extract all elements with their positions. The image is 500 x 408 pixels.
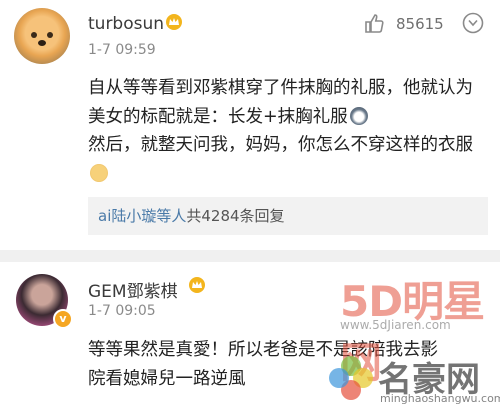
username[interactable]: turbosun [88,14,164,34]
reply-users-link[interactable]: ai陆小璇等人 [98,207,186,225]
dog-emoji [90,163,108,182]
husky-emoji [349,106,368,125]
more-icon[interactable] [462,12,484,34]
like-count: 85615 [396,15,444,33]
reply-summary[interactable]: ai陆小璇等人共4284条回复 [88,197,488,235]
verified-badge: v [53,309,73,329]
reply-count-link[interactable]: 共4284条回复 [186,207,284,225]
comment-text-part: 然后，就整天问我，妈妈，你怎么不穿这样的衣服 [88,135,473,155]
avatar[interactable] [14,8,70,64]
timestamp: 1-7 09:05 [88,303,156,319]
comment-text-part: 自从等等看到邓紫棋穿了件抹胸的礼服，他就认为美女的标配就是：长发+抹胸礼服 [88,78,473,127]
comment-card: turbosun 1-7 09:59 85615 自从等等看到邓紫棋穿了件抹胸的… [0,0,500,250]
timestamp: 1-7 09:59 [88,42,156,58]
username[interactable]: GEM鄧紫棋 [88,277,178,302]
like-icon[interactable] [363,12,385,34]
flower-logo-icon [329,356,373,400]
watermark-minghao-url: minghaoshangwu.com [380,392,500,405]
comment-text: 自从等等看到邓紫棋穿了件抹胸的礼服，他就认为美女的标配就是：长发+抹胸礼服 然后… [88,74,488,188]
watermark-5d-url: www.5dJiaren.com [340,318,451,332]
crown-icon [166,14,182,30]
crown-icon [189,277,205,293]
divider [0,250,500,262]
